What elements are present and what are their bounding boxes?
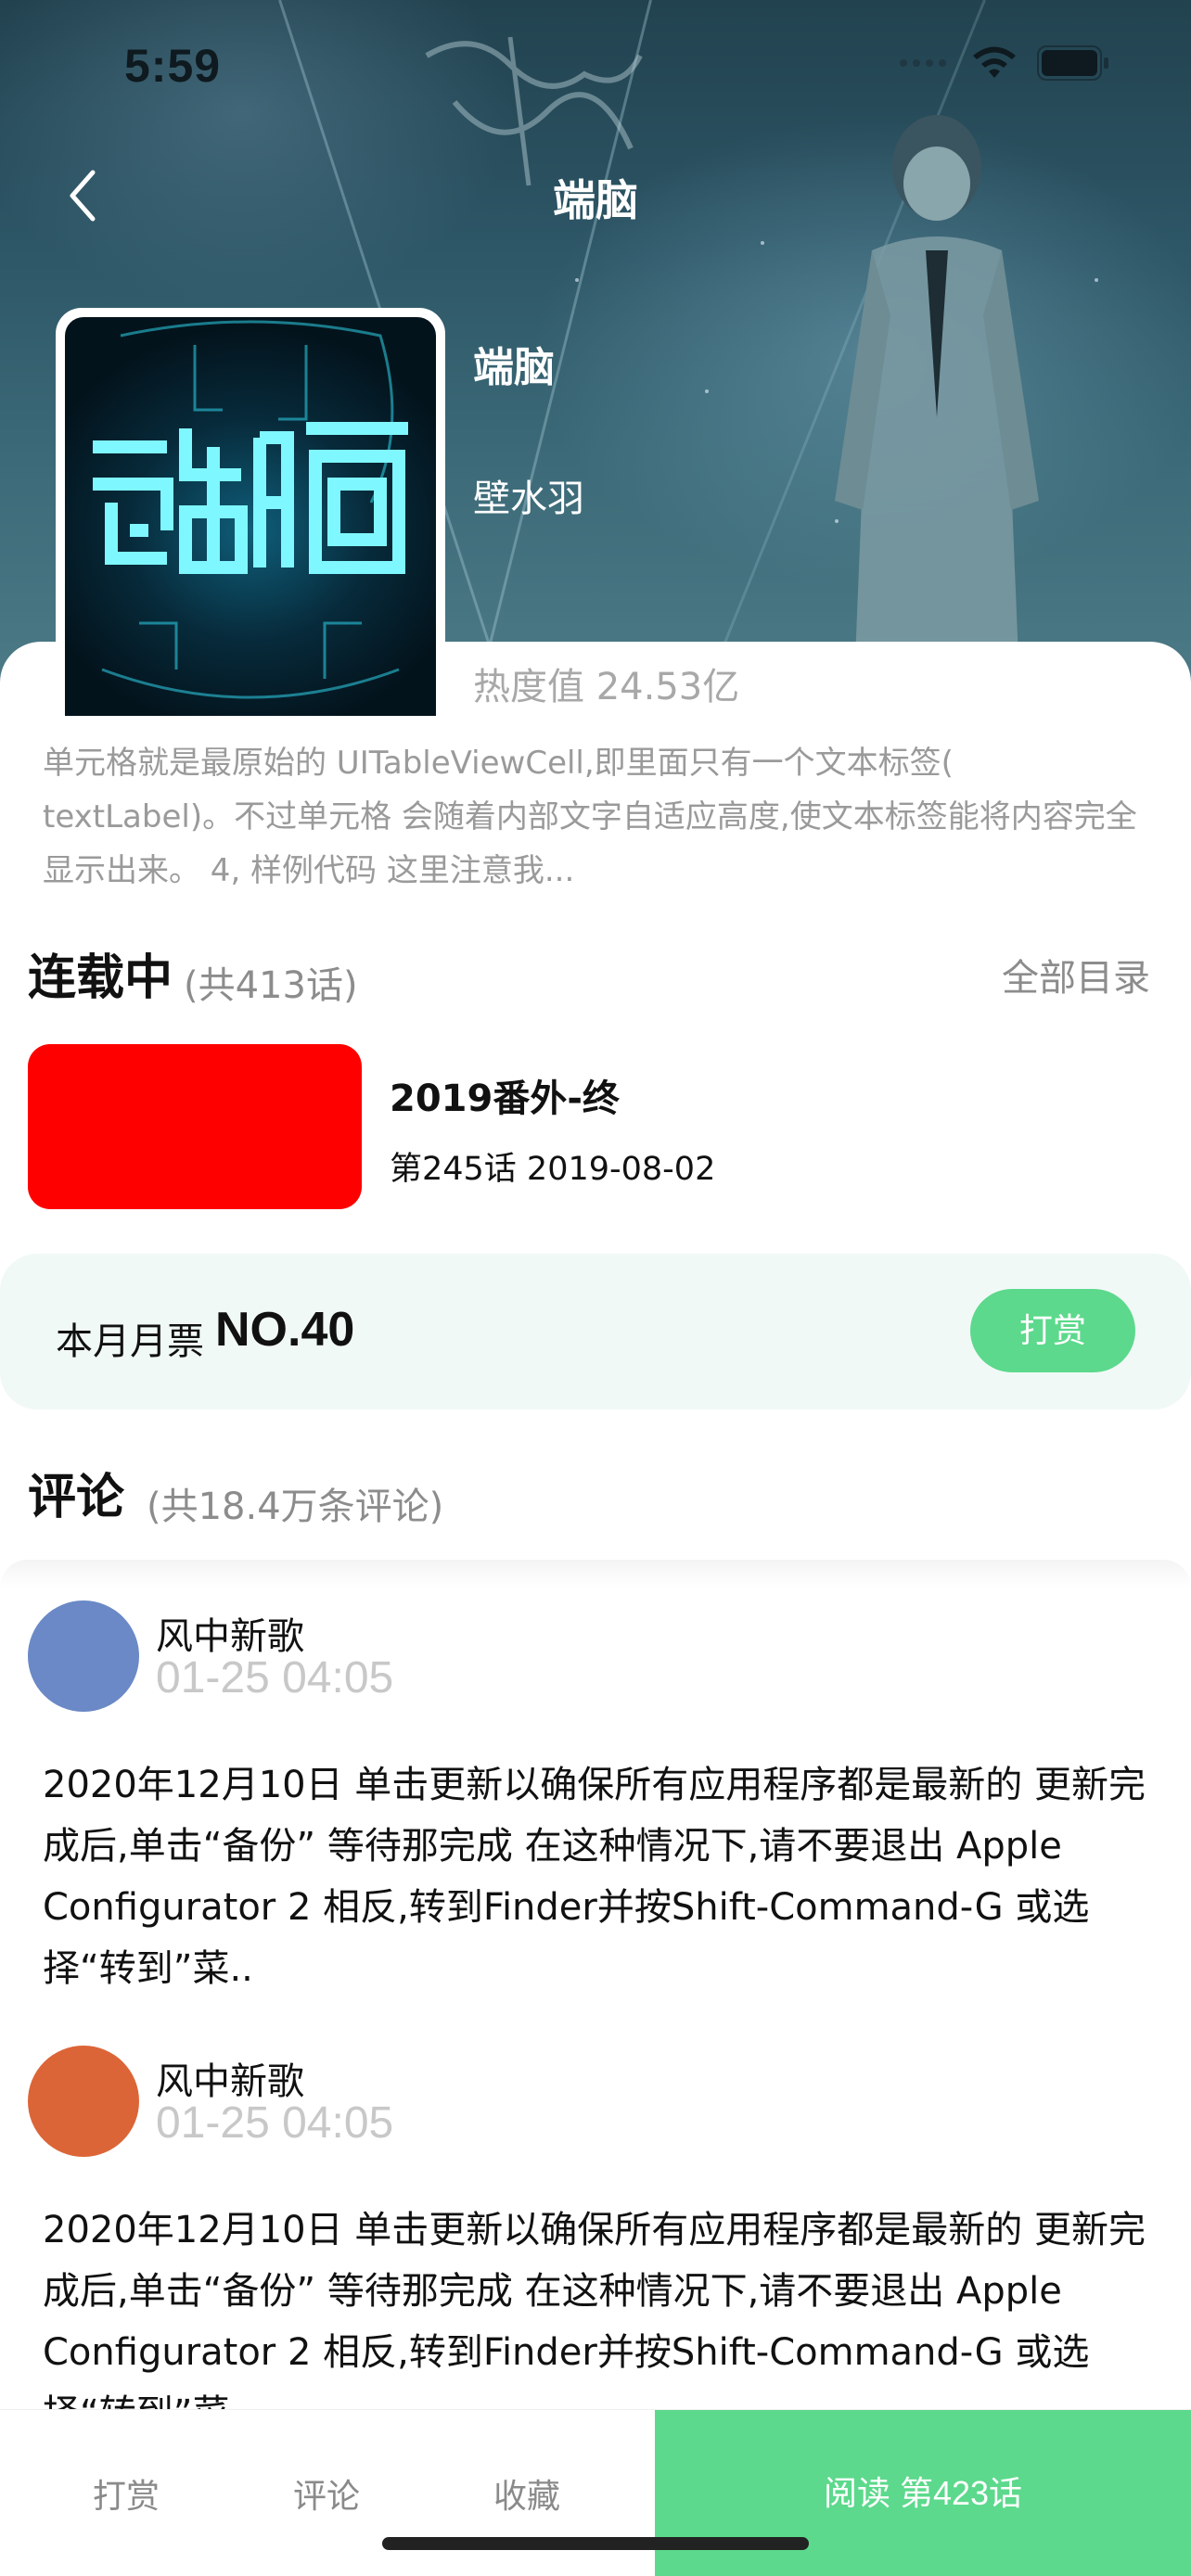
latest-chapter-title[interactable]: 2019番外-终 — [390, 1068, 620, 1122]
comment-text: 2020年12月10日 单击更新以确保所有应用程序都是最新的 更新完成后,单击“… — [43, 2209, 1146, 2429]
avatar[interactable] — [28, 2046, 139, 2157]
book-cover — [56, 308, 445, 716]
comment-item[interactable]: 风中新歌 01-25 04:05 2020年12月10日 单击更新以确保所有应用… — [28, 1600, 1169, 1990]
monthly-ticket-rank: NO.40 — [215, 1303, 355, 1357]
book-intro[interactable]: 单元格就是最原始的 UITableViewCell,即里面只有一个文本标签( t… — [43, 736, 1146, 898]
chapter-count: (共413话) — [184, 964, 358, 1007]
book-title: 端脑 — [473, 344, 555, 391]
comments-title: 评论 — [28, 1470, 125, 1525]
bottom-action-bar: 打赏 评论 收藏 阅读 第423话 — [0, 2409, 1191, 2576]
serial-header: 连载中 (共413话) 全部目录 — [28, 938, 1150, 1007]
comment-text: 2020年12月10日 单击更新以确保所有应用程序都是最新的 更新完成后,单击“… — [43, 1764, 1146, 1990]
cover-art-image — [65, 317, 436, 716]
hotness-value: 热度值 24.53亿 — [473, 666, 740, 708]
cellular-signal-icon — [900, 59, 946, 67]
bottom-tab-favorite[interactable]: 收藏 — [493, 2469, 560, 2518]
detail-sheet: 热度值 24.53亿 单元格就是最原始的 UITableViewCell,即里面… — [0, 642, 1191, 2576]
book-author: 壁水羽 — [473, 478, 584, 520]
all-chapters-link[interactable]: 全部目录 — [1002, 948, 1150, 1001]
serial-status: 连载中 — [28, 950, 173, 1006]
bottom-tab-reward[interactable]: 打赏 — [93, 2469, 160, 2518]
latest-chapter-thumbnail[interactable] — [28, 1044, 362, 1209]
monthly-ticket-label: 本月月票 — [56, 1320, 204, 1363]
read-button[interactable]: 阅读 第423话 — [655, 2410, 1191, 2576]
avatar[interactable] — [28, 1600, 139, 1712]
home-indicator — [382, 2537, 809, 2550]
comments-card-top — [0, 1560, 1191, 1588]
comment-time: 01-25 04:05 — [156, 2098, 394, 2148]
cover-logo-graphic — [93, 320, 408, 699]
battery-icon — [1037, 45, 1108, 81]
status-icons — [900, 45, 1109, 82]
reward-button[interactable]: 打赏 — [970, 1289, 1135, 1372]
wifi-icon — [973, 46, 1016, 78]
monthly-ticket-bar: 本月月票 NO.40 打赏 — [0, 1254, 1191, 1409]
bottom-tab-comment[interactable]: 评论 — [293, 2469, 360, 2518]
status-time: 5:59 — [124, 40, 222, 92]
comments-count: (共18.4万条评论) — [147, 1486, 444, 1528]
comment-time: 01-25 04:05 — [156, 1653, 394, 1702]
nav-title: 端脑 — [553, 175, 638, 225]
comment-item[interactable]: 风中新歌 01-25 04:05 2020年12月10日 单击更新以确保所有应用… — [28, 2046, 1169, 2429]
latest-chapter-meta: 第245话 2019-08-02 — [390, 1151, 716, 1188]
